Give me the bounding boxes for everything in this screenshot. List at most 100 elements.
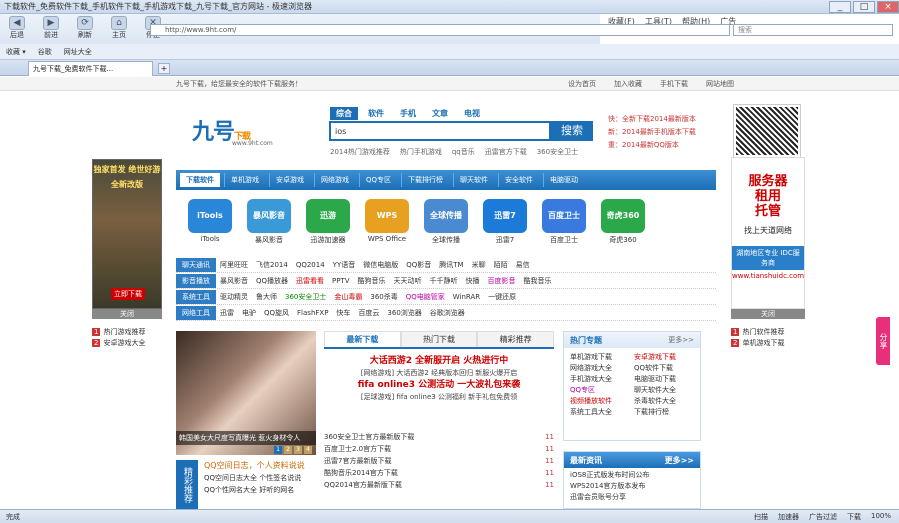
news-item[interactable]: 酷狗音乐2014官方下载 11 bbox=[324, 467, 554, 479]
topic-link[interactable]: QQ专区 bbox=[570, 385, 630, 396]
refresh-button[interactable]: ⟳ 刷新 bbox=[72, 16, 98, 40]
cat-nav-item[interactable]: 安卓游戏 bbox=[269, 173, 310, 187]
tab-popular[interactable]: 热门下载 bbox=[400, 331, 478, 347]
topics-more-link[interactable]: 更多>> bbox=[668, 335, 694, 345]
software-link[interactable]: 360安全卫士 bbox=[285, 292, 326, 302]
search-tab[interactable]: 电视 bbox=[458, 107, 486, 120]
software-link[interactable]: 飞信2014 bbox=[256, 260, 288, 270]
topic-link[interactable]: 安卓游戏下载 bbox=[634, 352, 694, 363]
forward-button[interactable]: ▶ 前进 bbox=[38, 16, 64, 40]
cat-nav-item[interactable]: 聊天软件 bbox=[453, 173, 494, 187]
left-link-item[interactable]: 2 安卓游戏大全 bbox=[92, 338, 145, 349]
slider-dot[interactable]: 1 bbox=[274, 446, 282, 454]
promo-link[interactable]: 快：全新下载2014最新版本 bbox=[608, 113, 696, 126]
category-label[interactable]: 影音播放 bbox=[176, 273, 216, 288]
tab-latest[interactable]: 最新下载 bbox=[324, 331, 401, 347]
software-link[interactable]: QQ旋风 bbox=[264, 308, 289, 318]
app-tile[interactable]: 暴风影音 暴风影音 bbox=[241, 193, 297, 255]
blog-title-link[interactable]: QQ空间日志，个人资料说说 bbox=[204, 460, 305, 472]
search-tab[interactable]: 软件 bbox=[362, 107, 390, 120]
software-link[interactable]: 米聊 bbox=[472, 260, 486, 270]
software-link[interactable]: 百度云 bbox=[358, 308, 379, 318]
headline-link[interactable]: 大话西游2 全新服开启 火热进行中 bbox=[324, 355, 554, 367]
software-link[interactable]: WinRAR bbox=[453, 293, 480, 301]
left-ad-download-button[interactable]: 立即下载 bbox=[111, 288, 145, 300]
cat-nav-item[interactable]: QQ专区 bbox=[359, 173, 397, 187]
category-label[interactable]: 网络工具 bbox=[176, 305, 216, 320]
software-link[interactable]: QQ影音 bbox=[406, 260, 431, 270]
status-item[interactable]: 加速器 bbox=[778, 512, 799, 522]
site-search-button[interactable]: 搜索 bbox=[551, 121, 593, 141]
software-link[interactable]: 快播 bbox=[466, 276, 480, 286]
right-link-item[interactable]: 2 单机游戏下载 bbox=[731, 338, 784, 349]
sitemap-link[interactable]: 网站地图 bbox=[706, 79, 734, 89]
topic-link[interactable]: 单机游戏下载 bbox=[570, 352, 630, 363]
news-box-more-link[interactable]: 更多>> bbox=[665, 455, 694, 465]
headline-sub[interactable]: [足球游戏] fifa online3 公测福利 新手礼包免费领 bbox=[324, 391, 554, 403]
cat-nav-item[interactable]: 电脑驱动 bbox=[543, 173, 584, 187]
cat-nav-item[interactable]: 网络游戏 bbox=[314, 173, 355, 187]
favorites-item[interactable]: 收藏 ▾ bbox=[6, 47, 26, 57]
software-link[interactable]: QQ电脑管家 bbox=[406, 292, 445, 302]
slider-dot[interactable]: 4 bbox=[304, 446, 312, 454]
promo-link[interactable]: 重：2014最新QQ版本 bbox=[608, 139, 696, 152]
search-tab[interactable]: 综合 bbox=[330, 107, 358, 120]
software-link[interactable]: 迅雷 bbox=[220, 308, 234, 318]
hot-word-link[interactable]: 2014热门游戏推荐 bbox=[330, 147, 390, 157]
share-button[interactable]: 分享 bbox=[876, 317, 890, 365]
topic-link[interactable]: 视频播放软件 bbox=[570, 396, 630, 407]
software-link[interactable]: 酷我音乐 bbox=[524, 276, 552, 286]
software-link[interactable]: 迅雷看看 bbox=[296, 276, 324, 286]
right-server-ad[interactable]: 服务器 租用 托管 找上天道网络 湖南地区专业 IDC服务商 www.tians… bbox=[731, 157, 805, 309]
add-favorite-link[interactable]: 加入收藏 bbox=[614, 79, 642, 89]
right-ad-close-button[interactable]: 关闭 bbox=[731, 309, 805, 319]
slider-dot[interactable]: 2 bbox=[284, 446, 292, 454]
hot-word-link[interactable]: 迅雷官方下载 bbox=[485, 147, 527, 157]
left-game-ad[interactable]: 独家首发 绝世好游 全新改版 立即下载 bbox=[92, 159, 162, 309]
browser-search-input[interactable]: 搜索 bbox=[733, 24, 893, 36]
news-item[interactable]: 360安全卫士官方最新版下载 11 bbox=[324, 431, 554, 443]
site-search-input[interactable]: ios bbox=[329, 121, 551, 141]
blog-line-link[interactable]: QQ个性网名大全 好听的网名 bbox=[204, 484, 305, 496]
status-item[interactable]: 广告过滤 bbox=[809, 512, 837, 522]
software-link[interactable]: 驱动精灵 bbox=[220, 292, 248, 302]
software-link[interactable]: 360杀毒 bbox=[370, 292, 397, 302]
zoom-level[interactable]: 100% bbox=[871, 512, 891, 522]
cat-nav-item[interactable]: 安全软件 bbox=[498, 173, 539, 187]
news-item[interactable]: QQ2014官方最新版下载 11 bbox=[324, 479, 554, 491]
right-link-item[interactable]: 1 热门软件推荐 bbox=[731, 327, 784, 338]
software-link[interactable]: 金山毒霸 bbox=[334, 292, 362, 302]
news-item[interactable]: 迅雷7官方最新版下载 11 bbox=[324, 455, 554, 467]
software-link[interactable]: 谷歌浏览器 bbox=[430, 308, 465, 318]
headline-sub[interactable]: [网络游戏] 大话西游2 经典版本回归 新服火爆开启 bbox=[324, 367, 554, 379]
app-tile[interactable]: 全球传播 全球传播 bbox=[418, 193, 474, 255]
new-tab-button[interactable]: + bbox=[158, 63, 170, 74]
topic-link[interactable]: 杀毒软件大全 bbox=[634, 396, 694, 407]
software-link[interactable]: QQ播放器 bbox=[256, 276, 288, 286]
hot-word-link[interactable]: 热门手机游戏 bbox=[400, 147, 442, 157]
software-link[interactable]: 千千静听 bbox=[430, 276, 458, 286]
hot-word-link[interactable]: qq音乐 bbox=[452, 147, 475, 157]
app-tile[interactable]: 百度卫士 百度卫士 bbox=[536, 193, 592, 255]
software-link[interactable]: 暴风影音 bbox=[220, 276, 248, 286]
address-bar[interactable]: http://www.9ht.com/ bbox=[150, 24, 730, 36]
software-link[interactable]: 微信电脑版 bbox=[363, 260, 398, 270]
software-link[interactable]: 百度影音 bbox=[488, 276, 516, 286]
maximize-button[interactable]: □ bbox=[853, 0, 875, 13]
software-link[interactable]: YY语音 bbox=[333, 260, 356, 270]
back-button[interactable]: ◀ 后退 bbox=[4, 16, 30, 40]
left-ad-close-button[interactable]: 关闭 bbox=[92, 309, 162, 319]
app-tile[interactable]: iTools iTools bbox=[182, 193, 238, 255]
software-link[interactable]: 电驴 bbox=[242, 308, 256, 318]
app-tile[interactable]: 迅游 迅游加速器 bbox=[300, 193, 356, 255]
status-item[interactable]: 下载 bbox=[847, 512, 861, 522]
set-homepage-link[interactable]: 设为首页 bbox=[568, 79, 596, 89]
list-item[interactable]: iOS8正式版发布时间公布 bbox=[570, 470, 694, 481]
search-tab[interactable]: 文章 bbox=[426, 107, 454, 120]
software-link[interactable]: PPTV bbox=[332, 277, 350, 285]
app-tile[interactable]: 奇虎360 奇虎360 bbox=[595, 193, 651, 255]
headline-link[interactable]: fifa online3 公测活动 一大波礼包来袭 bbox=[324, 379, 554, 391]
home-button[interactable]: ⌂ 主页 bbox=[106, 16, 132, 40]
software-link[interactable]: 易信 bbox=[516, 260, 530, 270]
status-item[interactable]: 扫描 bbox=[754, 512, 768, 522]
